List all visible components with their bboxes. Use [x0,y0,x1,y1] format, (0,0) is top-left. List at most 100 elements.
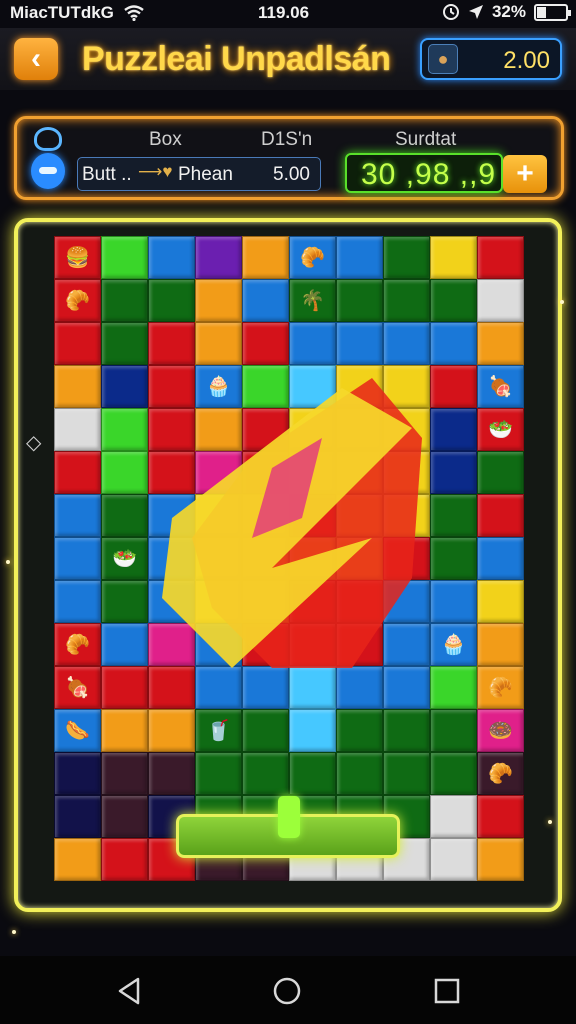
puzzle-piece[interactable] [477,537,524,580]
puzzle-piece[interactable] [289,537,336,580]
puzzle-piece[interactable] [195,537,242,580]
puzzle-piece[interactable] [242,580,289,623]
puzzle-piece[interactable] [430,838,477,881]
puzzle-piece[interactable] [242,408,289,451]
puzzle-piece[interactable] [430,451,477,494]
puzzle-piece[interactable] [195,494,242,537]
puzzle-piece[interactable] [383,752,430,795]
puzzle-piece[interactable]: 🌴 [289,279,336,322]
puzzle-piece[interactable] [477,322,524,365]
puzzle-piece[interactable] [54,752,101,795]
puzzle-piece[interactable] [54,408,101,451]
puzzle-piece[interactable] [383,537,430,580]
puzzle-piece[interactable] [54,838,101,881]
puzzle-piece[interactable] [336,408,383,451]
puzzle-piece[interactable] [242,322,289,365]
puzzle-piece[interactable] [148,666,195,709]
puzzle-piece[interactable]: 🥐 [54,279,101,322]
puzzle-piece[interactable] [54,580,101,623]
puzzle-piece[interactable] [54,451,101,494]
puzzle-piece[interactable] [101,408,148,451]
nav-home-icon[interactable] [272,976,302,1006]
puzzle-piece[interactable] [383,408,430,451]
puzzle-piece[interactable]: 🌭 [54,709,101,752]
puzzle-piece[interactable] [289,408,336,451]
puzzle-piece[interactable] [383,365,430,408]
puzzle-piece[interactable] [336,322,383,365]
puzzle-piece[interactable]: 🍩 [477,709,524,752]
puzzle-piece[interactable] [148,623,195,666]
puzzle-piece[interactable] [101,752,148,795]
puzzle-piece[interactable] [242,752,289,795]
puzzle-piece[interactable] [148,709,195,752]
puzzle-piece[interactable] [336,365,383,408]
puzzle-piece[interactable] [383,494,430,537]
puzzle-piece[interactable] [101,236,148,279]
puzzle-piece[interactable]: 🥐 [54,623,101,666]
puzzle-piece[interactable] [242,666,289,709]
puzzle-piece[interactable] [336,494,383,537]
puzzle-piece[interactable] [477,494,524,537]
puzzle-piece[interactable] [383,623,430,666]
puzzle-piece[interactable] [336,537,383,580]
puzzle-piece[interactable] [195,451,242,494]
puzzle-piece[interactable] [195,279,242,322]
item-row[interactable]: Butt .. ⟶♥ Phean 5.00 [77,157,321,191]
puzzle-piece[interactable] [101,623,148,666]
side-marker[interactable]: ◇ [26,430,41,455]
puzzle-piece[interactable] [430,279,477,322]
puzzle-piece[interactable] [477,623,524,666]
puzzle-piece[interactable] [148,752,195,795]
puzzle-piece[interactable] [101,365,148,408]
puzzle-piece[interactable] [430,537,477,580]
puzzle-piece[interactable] [383,279,430,322]
puzzle-piece[interactable] [54,795,101,838]
puzzle-piece[interactable] [336,623,383,666]
puzzle-piece[interactable] [242,623,289,666]
puzzle-piece[interactable] [383,236,430,279]
puzzle-piece[interactable] [54,322,101,365]
puzzle-piece[interactable] [336,236,383,279]
puzzle-piece[interactable]: 🥐 [289,236,336,279]
puzzle-piece[interactable] [148,322,195,365]
puzzle-piece[interactable] [430,494,477,537]
puzzle-piece[interactable] [242,537,289,580]
nav-recent-icon[interactable] [432,976,462,1006]
puzzle-piece[interactable] [101,666,148,709]
puzzle-piece[interactable] [195,666,242,709]
back-button[interactable]: ‹ [14,38,58,80]
puzzle-piece[interactable] [289,752,336,795]
puzzle-piece[interactable]: 🧁 [195,365,242,408]
puzzle-piece[interactable]: 🥐 [477,666,524,709]
puzzle-piece[interactable] [430,795,477,838]
puzzle-piece[interactable] [148,365,195,408]
puzzle-piece[interactable]: 🍖 [477,365,524,408]
puzzle-piece[interactable] [289,365,336,408]
puzzle-piece[interactable]: 🍖 [54,666,101,709]
puzzle-piece[interactable] [101,322,148,365]
puzzle-piece[interactable] [195,752,242,795]
puzzle-piece[interactable] [383,666,430,709]
puzzle-piece[interactable] [289,623,336,666]
puzzle-piece[interactable] [54,537,101,580]
puzzle-piece[interactable] [148,408,195,451]
puzzle-piece[interactable] [477,580,524,623]
puzzle-piece[interactable] [430,580,477,623]
puzzle-piece[interactable] [336,666,383,709]
puzzle-piece[interactable] [195,236,242,279]
puzzle-piece[interactable] [101,838,148,881]
puzzle-piece[interactable] [383,709,430,752]
puzzle-piece[interactable] [289,322,336,365]
puzzle-piece[interactable] [289,666,336,709]
puzzle-piece[interactable] [101,451,148,494]
puzzle-piece[interactable] [101,795,148,838]
puzzle-piece[interactable] [101,580,148,623]
coin-counter[interactable]: ● 2.00 [420,38,562,80]
puzzle-piece[interactable] [430,709,477,752]
puzzle-piece[interactable] [148,279,195,322]
puzzle-piece[interactable] [477,451,524,494]
puzzle-piece[interactable] [148,451,195,494]
puzzle-piece[interactable] [289,451,336,494]
drag-piece[interactable] [278,796,300,838]
puzzle-piece[interactable] [383,580,430,623]
